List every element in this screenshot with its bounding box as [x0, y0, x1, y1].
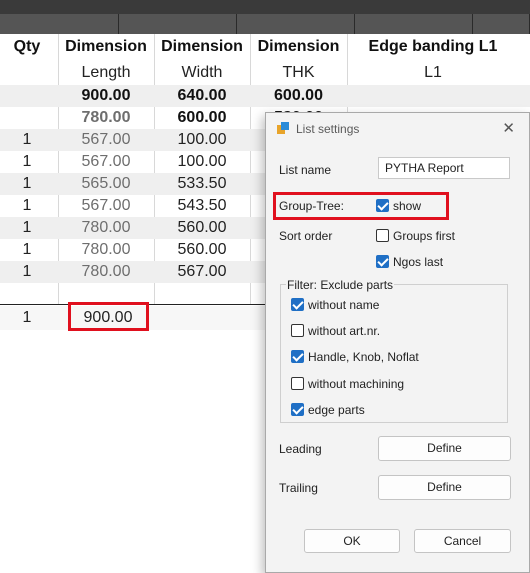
- sheet-top-bar: [0, 0, 530, 34]
- cell-length: 780.00: [81, 241, 131, 258]
- handle-knob-noflat-checkbox[interactable]: [291, 350, 304, 363]
- list-name-label: List name: [279, 163, 332, 177]
- cell-qty: 1: [22, 241, 32, 258]
- cell-qty: 1: [22, 309, 32, 326]
- table-row[interactable]: 900.00 640.00 600.00: [0, 85, 530, 107]
- column-header-handle[interactable]: [355, 14, 473, 34]
- cell-length: 780.00: [81, 109, 131, 126]
- cell-width: 543.50: [177, 197, 227, 214]
- cancel-button[interactable]: Cancel: [414, 529, 511, 553]
- without-name-label[interactable]: without name: [308, 298, 379, 312]
- highlight-box: [68, 302, 149, 331]
- ngos-last-label[interactable]: Ngos last: [393, 255, 443, 269]
- edge-parts-checkbox[interactable]: [291, 403, 304, 416]
- cell-width: 560.00: [177, 241, 227, 258]
- without-art-nr-checkbox[interactable]: [291, 324, 304, 337]
- cell-length: 567.00: [81, 153, 131, 170]
- list-name-field[interactable]: PYTHA Report: [378, 157, 510, 179]
- column-header-handle[interactable]: [0, 14, 119, 34]
- without-machining-checkbox[interactable]: [291, 377, 304, 390]
- sort-order-label: Sort order: [279, 229, 333, 243]
- cell-length: 567.00: [81, 197, 131, 214]
- cell-length: 900.00: [81, 87, 131, 104]
- groups-first-label[interactable]: Groups first: [393, 229, 455, 243]
- cell-length: 780.00: [81, 263, 131, 280]
- without-art-nr-label[interactable]: without art.nr.: [308, 324, 380, 338]
- handle-knob-noflat-label[interactable]: Handle, Knob, Noflat: [308, 350, 419, 364]
- cell-width: 100.00: [177, 131, 227, 148]
- leading-define-button[interactable]: Define: [378, 436, 511, 461]
- subheader-width: Width: [181, 64, 223, 81]
- edge-parts-label[interactable]: edge parts: [308, 403, 365, 417]
- highlight-box: [273, 192, 449, 220]
- cell-length: 567.00: [81, 131, 131, 148]
- ngos-last-checkbox[interactable]: [376, 255, 389, 268]
- subheader-l1: L1: [424, 64, 442, 81]
- app-icon: [277, 122, 289, 134]
- cell-width: 560.00: [177, 219, 227, 236]
- cell-length: 780.00: [81, 219, 131, 236]
- cell-width: 600.00: [177, 109, 227, 126]
- cell-qty: 1: [22, 153, 32, 170]
- leading-label: Leading: [279, 442, 322, 456]
- subheader-thk: THK: [282, 64, 315, 81]
- column-header-handle[interactable]: [119, 14, 237, 34]
- cell-qty: 1: [22, 197, 32, 214]
- cell-thk: 600.00: [274, 87, 323, 104]
- cell-qty: 1: [22, 219, 32, 236]
- subheader-length: Length: [81, 64, 131, 81]
- without-machining-label[interactable]: without machining: [308, 377, 404, 391]
- column-header-thk[interactable]: Dimension: [250, 38, 347, 56]
- cell-width: 100.00: [177, 153, 227, 170]
- cell-length: 565.00: [81, 175, 131, 192]
- cell-qty: 1: [22, 175, 32, 192]
- column-header-width[interactable]: Dimension: [154, 38, 250, 56]
- cell-width: 567.00: [177, 263, 227, 280]
- cell-qty: 1: [22, 263, 32, 280]
- column-header-length[interactable]: Dimension: [58, 38, 154, 56]
- cell-qty: 1: [22, 131, 32, 148]
- filter-group-label: Filter: Exclude parts: [286, 278, 395, 292]
- trailing-define-button[interactable]: Define: [378, 475, 511, 500]
- cell-width: 640.00: [177, 87, 227, 104]
- column-header-handle[interactable]: [237, 14, 355, 34]
- trailing-label: Trailing: [279, 481, 318, 495]
- ok-button[interactable]: OK: [304, 529, 400, 553]
- column-header-qty[interactable]: Qty: [0, 38, 54, 56]
- dialog-title: List settings: [296, 122, 360, 136]
- list-settings-dialog: List settings ✕ List name PYTHA Report G…: [265, 112, 530, 573]
- groups-first-checkbox[interactable]: [376, 229, 389, 242]
- column-header-handle[interactable]: [473, 14, 530, 34]
- close-icon[interactable]: ✕: [502, 119, 515, 137]
- without-name-checkbox[interactable]: [291, 298, 304, 311]
- column-header-edge-banding[interactable]: Edge banding L1: [347, 38, 519, 56]
- cell-width: 533.50: [177, 175, 227, 192]
